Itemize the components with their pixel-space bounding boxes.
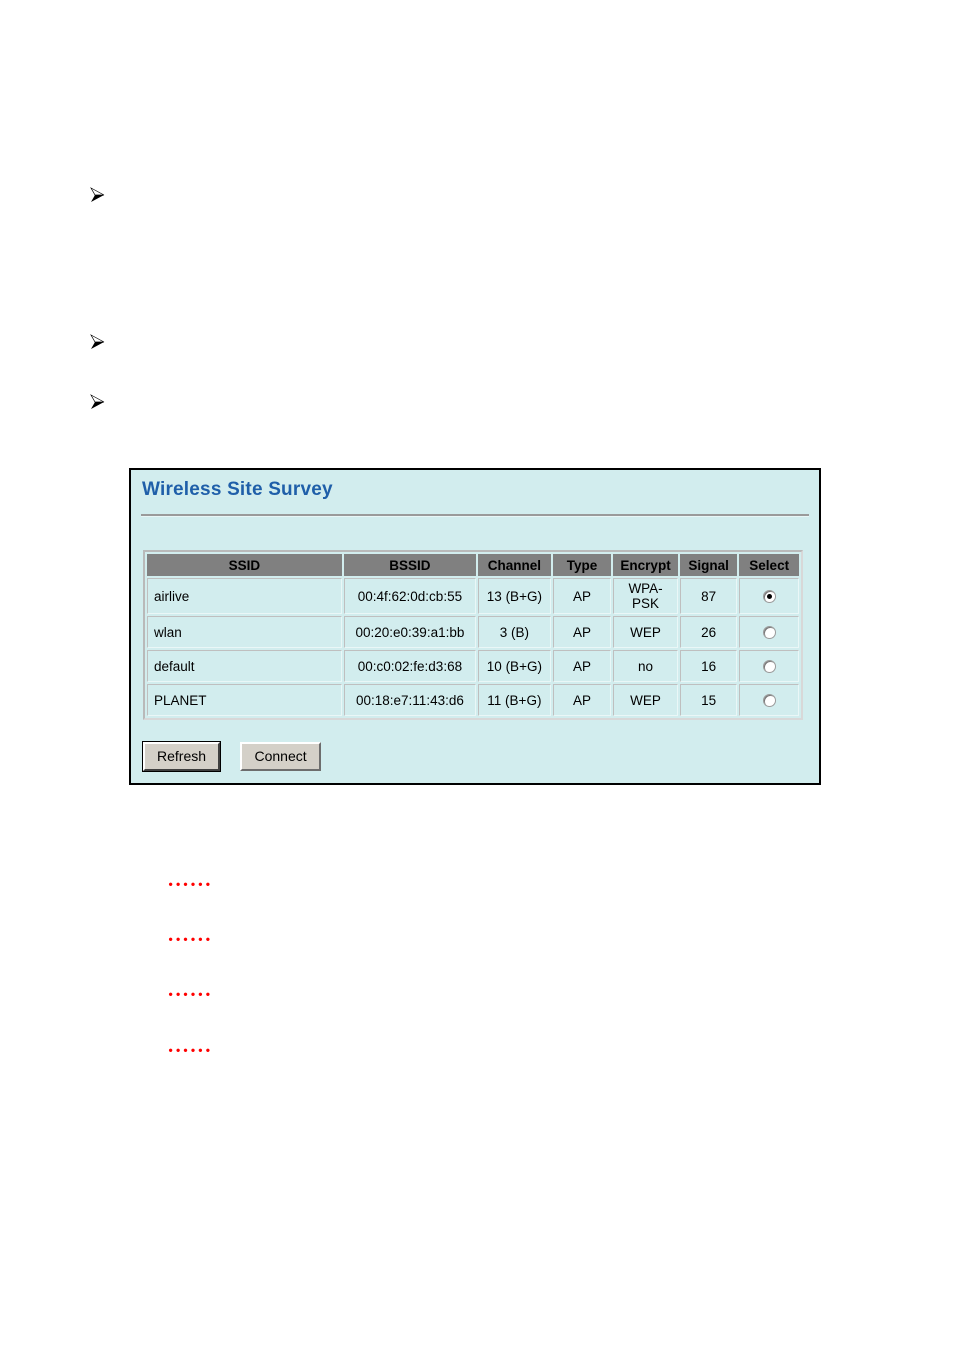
select-radio-button[interactable] — [762, 660, 776, 674]
cell-signal: 15 — [679, 684, 738, 716]
column-header-select: Select — [739, 554, 799, 576]
placeholder-dots-4: ...... — [168, 1033, 213, 1057]
cell-signal: 16 — [679, 650, 738, 682]
cell-encrypt: no — [613, 650, 678, 682]
select-radio-button[interactable] — [762, 626, 776, 640]
cell-channel: 3 (B) — [478, 616, 551, 648]
cell-signal: 26 — [679, 616, 738, 648]
cell-bssid: 00:20:e0:39:a1:bb — [343, 616, 477, 648]
arrow-bullet-3 — [88, 392, 110, 414]
cell-ssid: wlan — [147, 616, 342, 648]
survey-table-container: SSID BSSID Channel Type Encrypt Signal S… — [143, 550, 803, 720]
page-title: Wireless Site Survey — [142, 479, 333, 500]
cell-bssid: 00:c0:02:fe:d3:68 — [343, 650, 477, 682]
select-radio-button[interactable] — [762, 590, 776, 604]
placeholder-dots-3: ...... — [168, 977, 213, 1001]
cell-type: AP — [552, 616, 612, 648]
cell-encrypt: WEP — [613, 616, 678, 648]
cell-channel: 10 (B+G) — [478, 650, 551, 682]
cell-type: AP — [552, 684, 612, 716]
cell-bssid: 00:4f:62:0d:cb:55 — [343, 578, 477, 614]
cell-channel: 13 (B+G) — [478, 578, 551, 614]
cell-encrypt: WEP — [613, 684, 678, 716]
table-header-row: SSID BSSID Channel Type Encrypt Signal S… — [147, 554, 799, 576]
column-header-signal: Signal — [679, 554, 738, 576]
arrow-bullet-1 — [88, 185, 110, 207]
cell-select[interactable] — [739, 578, 799, 614]
placeholder-dots-1: ...... — [168, 867, 213, 891]
column-header-bssid: BSSID — [343, 554, 477, 576]
cell-type: AP — [552, 650, 612, 682]
title-divider — [141, 514, 809, 517]
column-header-encrypt: Encrypt — [613, 554, 678, 576]
wireless-survey-table: SSID BSSID Channel Type Encrypt Signal S… — [145, 552, 801, 718]
button-row: Refresh Connect — [141, 741, 321, 772]
refresh-button[interactable]: Refresh — [141, 741, 222, 772]
table-row: PLANET 00:18:e7:11:43:d6 11 (B+G) AP WEP… — [147, 684, 799, 716]
cell-bssid: 00:18:e7:11:43:d6 — [343, 684, 477, 716]
column-header-ssid: SSID — [147, 554, 342, 576]
arrow-bullet-2 — [88, 332, 110, 354]
cell-select[interactable] — [739, 650, 799, 682]
table-row: airlive 00:4f:62:0d:cb:55 13 (B+G) AP WP… — [147, 578, 799, 614]
cell-encrypt: WPA-PSK — [613, 578, 678, 614]
column-header-channel: Channel — [478, 554, 551, 576]
wireless-site-survey-panel: Wireless Site Survey SSID BSSID Channel … — [129, 468, 821, 785]
cell-ssid: default — [147, 650, 342, 682]
connect-button[interactable]: Connect — [240, 742, 321, 771]
cell-type: AP — [552, 578, 612, 614]
table-row: default 00:c0:02:fe:d3:68 10 (B+G) AP no… — [147, 650, 799, 682]
cell-ssid: airlive — [147, 578, 342, 614]
select-radio-button[interactable] — [762, 694, 776, 708]
cell-select[interactable] — [739, 616, 799, 648]
cell-signal: 87 — [679, 578, 738, 614]
cell-channel: 11 (B+G) — [478, 684, 551, 716]
column-header-type: Type — [552, 554, 612, 576]
cell-ssid: PLANET — [147, 684, 342, 716]
cell-select[interactable] — [739, 684, 799, 716]
placeholder-dots-2: ...... — [168, 922, 213, 946]
table-row: wlan 00:20:e0:39:a1:bb 3 (B) AP WEP 26 — [147, 616, 799, 648]
